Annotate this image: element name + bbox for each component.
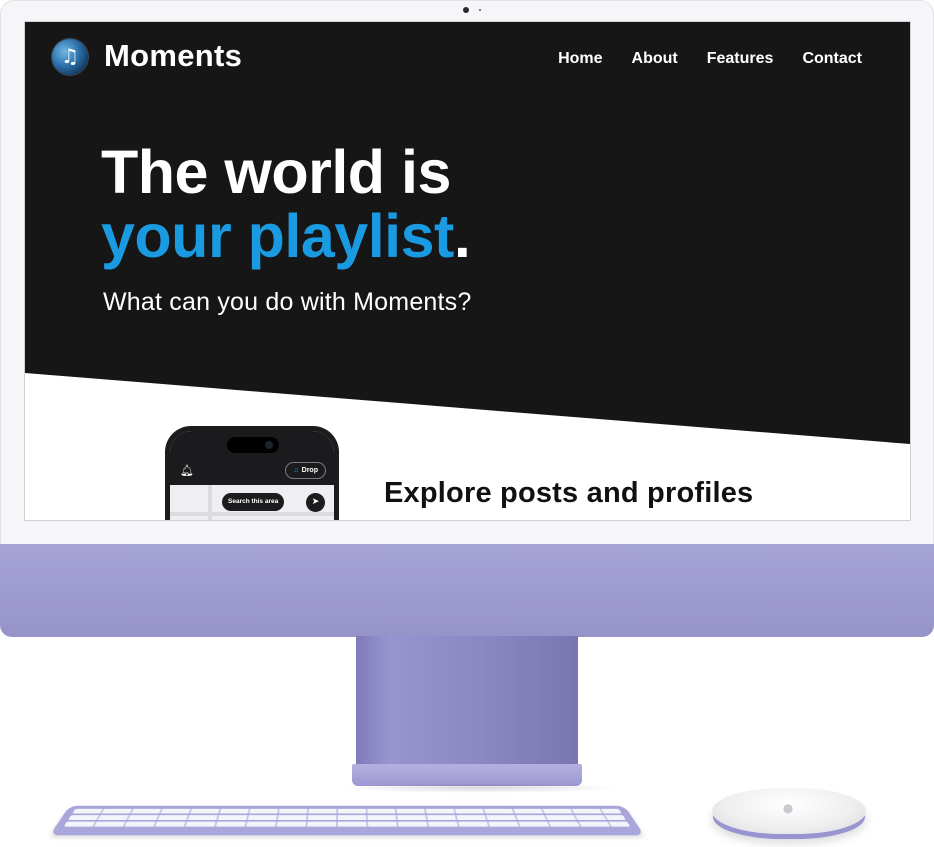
- music-globe-icon[interactable]: ♫: [52, 39, 88, 75]
- navigation-arrow-icon[interactable]: ➤: [306, 493, 325, 512]
- headline-accent: your playlist: [101, 202, 454, 270]
- phone-app-header: 🔔︎ ♫ Drop: [170, 431, 334, 485]
- nav-home-link[interactable]: Home: [558, 50, 602, 68]
- stand-shadow: [340, 783, 620, 793]
- dynamic-island: [227, 437, 279, 453]
- top-navigation: ♫ Moments Home About Features Contact: [25, 22, 910, 94]
- headline-line-2: your playlist.: [101, 202, 471, 270]
- imac-chin: [0, 544, 934, 637]
- headline-period: .: [453, 202, 471, 270]
- hero-subheadline: What can you do with Moments?: [103, 288, 472, 316]
- imac-stand: [356, 636, 578, 766]
- browser-screen: ♫ Moments Home About Features Contact Th…: [25, 22, 910, 520]
- brand-name[interactable]: Moments: [104, 38, 242, 74]
- bell-icon[interactable]: 🔔︎: [180, 464, 194, 477]
- phone-screen: 🔔︎ ♫ Drop Search this area ➤: [170, 431, 334, 520]
- music-note-icon: ♫: [293, 467, 299, 474]
- nav-features-link[interactable]: Features: [707, 50, 774, 68]
- magic-mouse: ●: [712, 788, 866, 834]
- headline-line-1: The world is: [101, 138, 451, 206]
- camera-sensor: [479, 9, 481, 11]
- drop-button[interactable]: ♫ Drop: [285, 462, 326, 479]
- camera-icon: [463, 7, 469, 13]
- drop-label: Drop: [301, 467, 318, 474]
- imac-bezel: ♫ Moments Home About Features Contact Th…: [0, 0, 934, 545]
- search-this-area-button[interactable]: Search this area: [222, 493, 285, 511]
- apple-logo-icon: ●: [782, 801, 794, 815]
- nav-about-link[interactable]: About: [632, 50, 678, 68]
- phone-mockup: 🔔︎ ♫ Drop Search this area ➤: [165, 426, 339, 520]
- nav-contact-link[interactable]: Contact: [802, 50, 862, 68]
- hero-headline: The world is your playlist.: [101, 138, 471, 270]
- nav-links: Home About Features Contact: [558, 50, 862, 68]
- section-title: Explore posts and profiles: [384, 477, 754, 509]
- keyboard: [49, 805, 645, 836]
